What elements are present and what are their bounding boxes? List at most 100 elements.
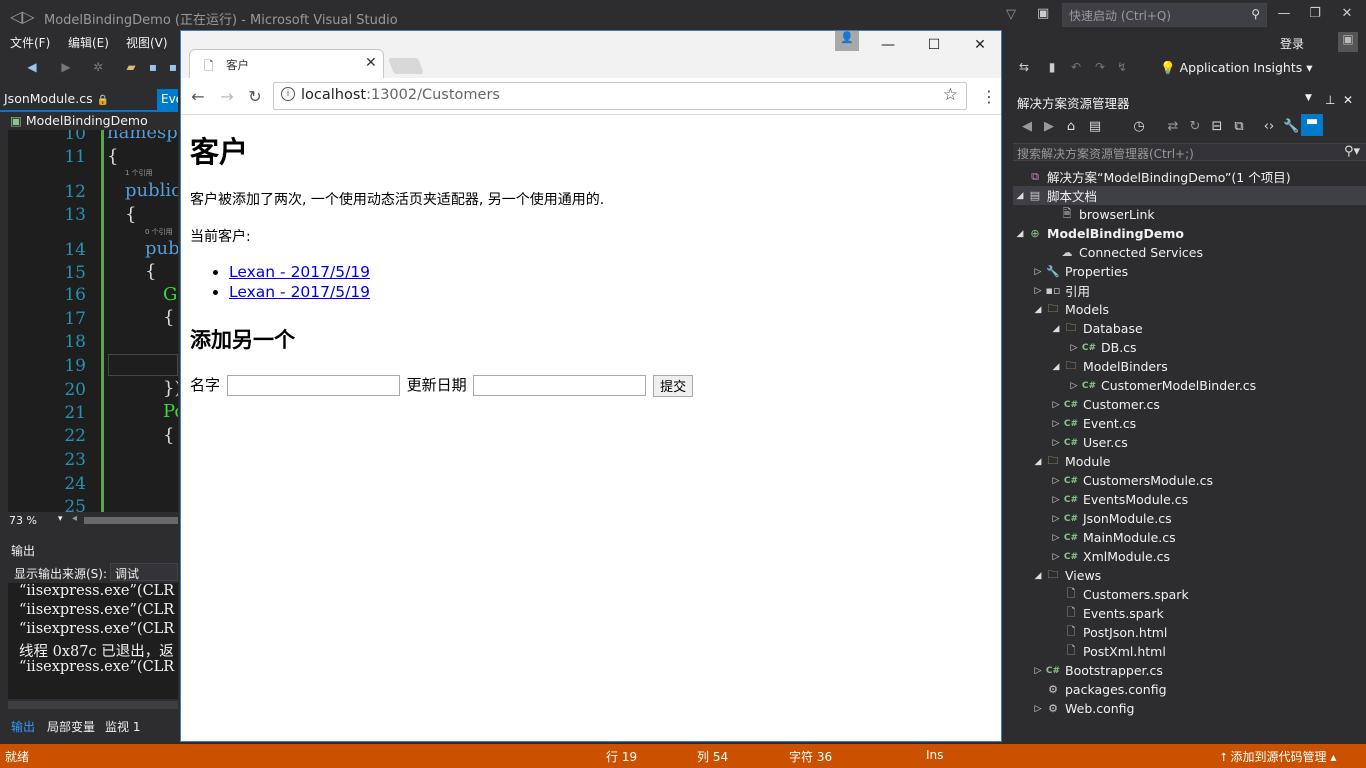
horizontal-scrollbar[interactable] xyxy=(84,517,178,524)
save-all-icon[interactable]: ▪ xyxy=(165,60,181,76)
tree-item-postjson[interactable]: 🗋 PostJson.html xyxy=(1063,623,1168,642)
browser-close-button[interactable]: ✕ xyxy=(970,37,990,53)
switch-views-icon[interactable]: ▤ xyxy=(1087,119,1103,134)
tree-item-packages-config[interactable]: ⚙ packages.config xyxy=(1045,680,1166,699)
expanded-arrow-icon[interactable]: ◢ xyxy=(1031,571,1045,581)
forward-icon[interactable]: ▶ xyxy=(58,60,74,76)
tab-jsonmodule[interactable]: JsonModule.cs 🔒 xyxy=(4,91,109,106)
tree-item-connected-services[interactable]: ☁ Connected Services xyxy=(1045,243,1204,262)
menu-edit[interactable]: 编辑(E) xyxy=(68,34,109,51)
zoom-dropdown-icon[interactable]: ▾ xyxy=(58,514,63,524)
tree-item-project[interactable]: ◢ ⊕ ModelBindingDemo xyxy=(1013,224,1184,243)
expanded-arrow-icon[interactable]: ◢ xyxy=(1049,324,1063,334)
collapsed-arrow-icon[interactable]: ▷ xyxy=(1049,533,1063,543)
source-control-button[interactable]: ⭡ 添加到源代码管理 ▴ xyxy=(1221,748,1336,765)
menu-view[interactable]: 视图(V) xyxy=(126,34,168,51)
info-icon[interactable]: i xyxy=(281,87,295,101)
panel-dropdown-icon[interactable]: ▼ xyxy=(1305,93,1312,103)
tree-item-events-spark[interactable]: 🗋 Events.spark xyxy=(1063,604,1164,623)
application-insights-button[interactable]: 💡 Application Insights ▾ xyxy=(1160,60,1313,76)
tree-item-mainmodule[interactable]: ▷ C# MainModule.cs xyxy=(1049,528,1176,547)
collapsed-arrow-icon[interactable]: ▷ xyxy=(1031,267,1045,277)
expanded-arrow-icon[interactable]: ◢ xyxy=(1031,305,1045,315)
zoom-level[interactable]: 73 % xyxy=(9,514,37,527)
quick-launch-input[interactable]: 快速启动 (Ctrl+Q) ⚲ xyxy=(1062,3,1267,27)
tree-item-solution[interactable]: ⧉ 解决方案“ModelBindingDemo”(1 个项目) xyxy=(1013,167,1291,186)
tab-output[interactable]: 输出 xyxy=(11,718,35,735)
address-bar[interactable]: i localhost:13002/Customers ☆ xyxy=(273,82,967,110)
refresh-icon[interactable]: ↻ xyxy=(1187,119,1203,134)
tree-item-event-cs[interactable]: ▷ C# Event.cs xyxy=(1049,414,1137,433)
tree-item-user-cs[interactable]: ▷ C# User.cs xyxy=(1049,433,1128,452)
tab-locals[interactable]: 局部变量 xyxy=(47,718,95,735)
account-avatar-icon[interactable]: ▣ xyxy=(1338,32,1358,52)
new-tab-button[interactable] xyxy=(388,58,424,74)
se-back-icon[interactable]: ◀ xyxy=(1019,119,1035,134)
collapsed-arrow-icon[interactable]: ▷ xyxy=(1049,400,1063,410)
profile-icon[interactable]: 👤 xyxy=(835,31,859,51)
tree-item-models[interactable]: ◢ 🗀 Models xyxy=(1031,300,1110,319)
browser-maximize-button[interactable]: ☐ xyxy=(924,37,944,53)
browser-forward-icon[interactable]: → xyxy=(218,87,236,106)
expanded-arrow-icon[interactable]: ◢ xyxy=(1013,229,1027,239)
collapsed-arrow-icon[interactable]: ▷ xyxy=(1067,343,1081,353)
tree-item-web-config[interactable]: ▷ ⚙ Web.config xyxy=(1031,699,1135,718)
solution-explorer-search[interactable]: 搜索解决方案资源管理器(Ctrl+;) ⚲▾ xyxy=(1013,143,1366,161)
tree-item-customer-cs[interactable]: ▷ C# Customer.cs xyxy=(1049,395,1160,414)
tree-item-xmlmodule[interactable]: ▷ C# XmlModule.cs xyxy=(1049,547,1171,566)
collapsed-arrow-icon[interactable]: ▷ xyxy=(1031,286,1045,296)
bookmark-star-icon[interactable]: ☆ xyxy=(943,85,958,105)
tree-item-postxml[interactable]: 🗋 PostXml.html xyxy=(1063,642,1166,661)
collapsed-arrow-icon[interactable]: ▷ xyxy=(1049,476,1063,486)
scroll-left-icon[interactable]: ◂ xyxy=(72,513,77,524)
tree-item-views[interactable]: ◢ 🗀 Views xyxy=(1031,566,1102,585)
tree-item-jsonmodule[interactable]: ▷ C# JsonModule.cs xyxy=(1049,509,1172,528)
show-all-files-icon[interactable]: ⧉ xyxy=(1231,119,1247,134)
tab-watch-1[interactable]: 监视 1 xyxy=(105,718,140,735)
toolbar-icon-a[interactable]: ⇆ xyxy=(1016,60,1032,76)
customer-link[interactable]: Lexan - 2017/5/19 xyxy=(229,283,370,301)
collapsed-arrow-icon[interactable]: ▷ xyxy=(1049,419,1063,429)
nav-project[interactable]: ▣ ModelBindingDemo xyxy=(10,113,148,128)
editor-nav-bar[interactable]: ▣ ModelBindingDemo xyxy=(0,112,178,130)
close-tab-icon[interactable]: ✕ xyxy=(365,55,377,71)
tree-item-eventsmodule[interactable]: ▷ C# EventsModule.cs xyxy=(1049,490,1189,509)
properties-icon[interactable]: 🔧 xyxy=(1283,119,1299,134)
collapse-all-icon[interactable]: ⊟ xyxy=(1209,119,1225,134)
name-input[interactable] xyxy=(226,375,400,396)
output-text[interactable]: “iisexpress.exe”(CLR v “iisexpress.exe”(… xyxy=(8,583,178,699)
close-button[interactable]: ✕ xyxy=(1336,6,1358,26)
minimize-button[interactable]: — xyxy=(1273,6,1295,26)
tree-item-customermodelbinder[interactable]: ▷ C# CustomerModelBinder.cs xyxy=(1067,376,1257,395)
collapsed-arrow-icon[interactable]: ▷ xyxy=(1031,704,1045,714)
collapsed-arrow-icon[interactable]: ▷ xyxy=(1049,495,1063,505)
collapsed-arrow-icon[interactable]: ▷ xyxy=(1049,514,1063,524)
submit-button[interactable]: 提交 xyxy=(653,374,694,397)
tree-item-db-cs[interactable]: ▷ C# DB.cs xyxy=(1067,338,1137,357)
tree-item-customersmodule[interactable]: ▷ C# CustomersModule.cs xyxy=(1049,471,1214,490)
home-icon[interactable]: ⌂ xyxy=(1063,119,1079,134)
customer-link[interactable]: Lexan - 2017/5/19 xyxy=(229,263,370,281)
se-forward-icon[interactable]: ▶ xyxy=(1041,119,1057,134)
tree-item-bootstrapper[interactable]: ▷ C# Bootstrapper.cs xyxy=(1031,661,1163,680)
expanded-arrow-icon[interactable]: ◢ xyxy=(1031,457,1045,467)
save-icon[interactable]: ▪ xyxy=(145,60,161,76)
code-editor[interactable]: 10 11 12 13 14 15 16 17 18 19 20 21 22 2… xyxy=(8,130,178,512)
collapsed-arrow-icon[interactable]: ▷ xyxy=(1031,666,1045,676)
bookmark-clear-icon[interactable]: ↯ xyxy=(1114,60,1130,76)
tree-item-references[interactable]: ▷ ▪▫ 引用 xyxy=(1031,281,1090,300)
pending-changes-icon[interactable]: ◷ xyxy=(1131,119,1147,134)
view-code-icon[interactable]: ‹› xyxy=(1261,119,1277,134)
feedback-icon[interactable]: ▣ xyxy=(1037,6,1049,21)
preview-selected-icon[interactable]: ▬ xyxy=(1301,114,1323,136)
open-icon[interactable]: ▰ xyxy=(123,60,139,76)
expanded-arrow-icon[interactable]: ◢ xyxy=(1013,191,1027,201)
restore-button[interactable]: ❐ xyxy=(1304,6,1326,26)
tree-item-customers-spark[interactable]: 🗋 Customers.spark xyxy=(1063,585,1189,604)
tree-item-modelbinders[interactable]: ◢ 🗀 ModelBinders xyxy=(1049,357,1168,376)
collapsed-arrow-icon[interactable]: ▷ xyxy=(1067,381,1081,391)
tree-item-script-docs[interactable]: ◢ ▤ 脚本文档 xyxy=(1013,186,1366,205)
reload-icon[interactable]: ↻ xyxy=(246,87,264,106)
tree-item-module[interactable]: ◢ 🗀 Module xyxy=(1031,452,1111,471)
browser-back-icon[interactable]: ← xyxy=(189,87,207,106)
